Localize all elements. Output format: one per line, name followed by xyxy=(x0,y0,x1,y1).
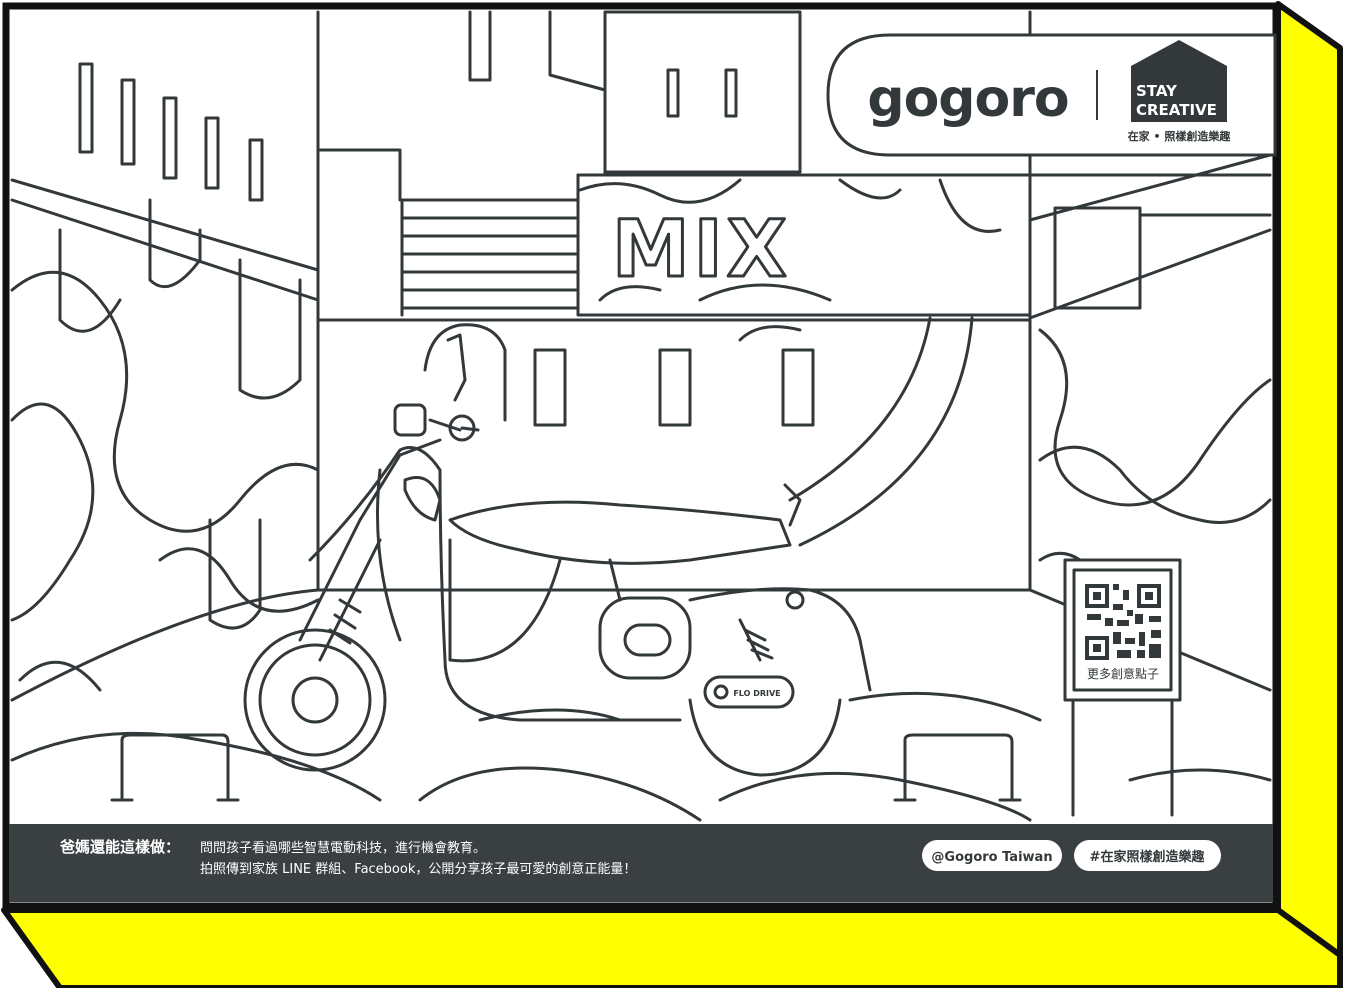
flo-drive-badge: FLO DRIVE xyxy=(733,689,780,698)
hashtag-text: #在家照樣創造樂趣 xyxy=(1090,849,1206,865)
qr-label: 更多創意點子 xyxy=(1087,666,1159,681)
footer-line-1: 問問孩子看過哪些智慧電動科技，進行機會教育。 xyxy=(200,840,486,856)
footer-line-2: 拍照傳到家族 LINE 群組、Facebook，公開分享孩子最可愛的創意正能量！ xyxy=(200,861,636,877)
stay-creative-line2: CREATIVE xyxy=(1136,101,1217,119)
hashtag-pill[interactable]: #在家照樣創造樂趣 xyxy=(1074,840,1221,871)
stay-creative-line1: STAY xyxy=(1136,82,1178,100)
social-handle-text: @Gogoro Taiwan xyxy=(931,850,1052,865)
brand-tagline: 在家 • 照樣創造樂趣 xyxy=(1128,129,1232,143)
brand-banner: gogoro STAY CREATIVE 在家 • 照樣創造樂趣 xyxy=(826,33,1277,157)
gogoro-logo: gogoro xyxy=(867,69,1068,129)
mix-sign: MIX xyxy=(611,204,791,297)
coloring-page: MIX 更多創意點子 FLO DRIVE gogoro STAY CREATIV… xyxy=(1,1,1343,988)
footer-prompt-label: 爸媽還能這樣做： xyxy=(59,838,180,856)
mix-sign-text: MIX xyxy=(612,205,791,295)
social-handle-pill[interactable]: @Gogoro Taiwan xyxy=(922,840,1062,871)
